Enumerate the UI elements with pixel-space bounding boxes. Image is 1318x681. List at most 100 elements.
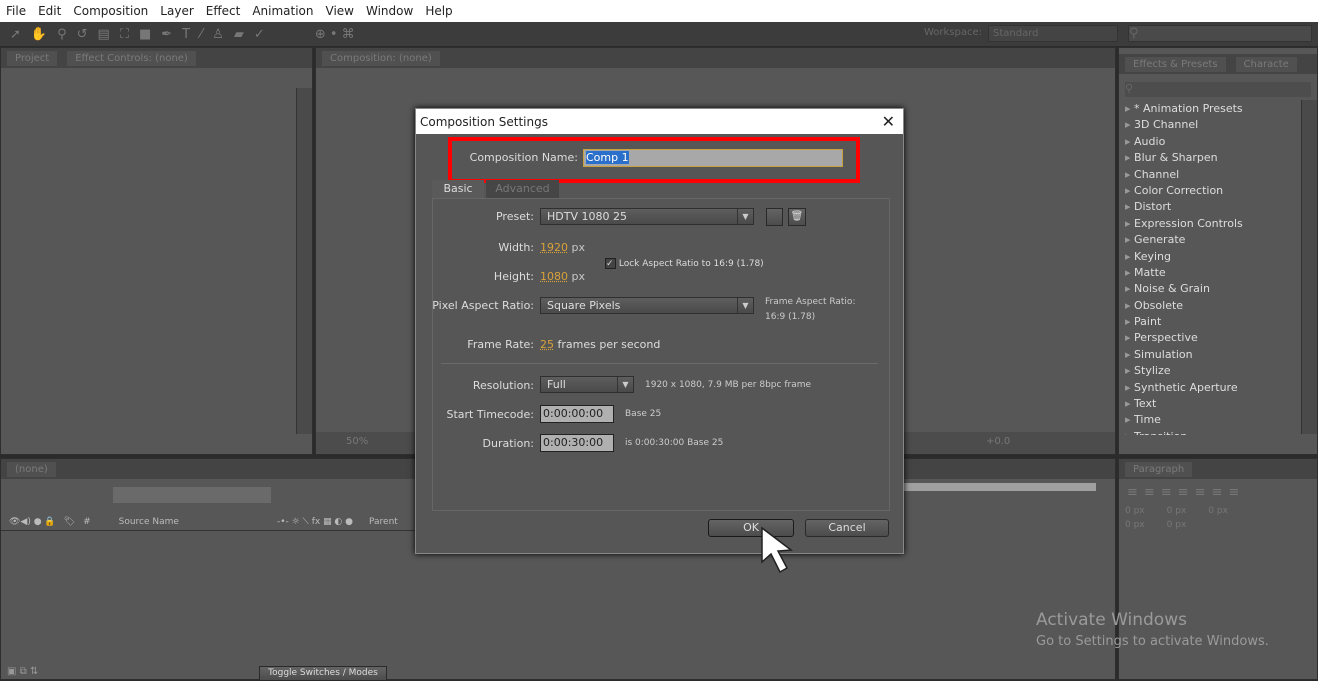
dialog-title: Composition Settings (420, 114, 548, 129)
resolution-select[interactable]: Full ▼ (540, 376, 634, 393)
effect-category-item[interactable]: 3D Channel (1119, 117, 1301, 133)
effect-category-item[interactable]: Simulation (1119, 347, 1301, 363)
effect-category-item[interactable]: Perspective (1119, 330, 1301, 346)
menu-animation[interactable]: Animation (252, 4, 313, 18)
frame-rate-field[interactable]: 25 frames per second (540, 338, 660, 351)
effects-scrollbar[interactable] (1301, 100, 1317, 434)
tab-basic[interactable]: Basic (432, 180, 484, 198)
effect-category-item[interactable]: Blur & Sharpen (1119, 150, 1301, 166)
effect-category-item[interactable]: * Animation Presets (1119, 101, 1301, 117)
rotate-tool-icon[interactable]: ↺ (77, 27, 88, 42)
workspace-select[interactable]: Standard (988, 25, 1118, 42)
roto-brush-tool-icon[interactable]: ✓ (254, 27, 265, 42)
exposure-value[interactable]: +0.0 (986, 436, 1010, 447)
effect-category-item[interactable]: Text (1119, 396, 1301, 412)
effect-category-item[interactable]: Stylize (1119, 363, 1301, 379)
selection-tool-icon[interactable]: ➚ (10, 27, 21, 42)
brush-tool-icon[interactable]: ⁄ (200, 27, 202, 42)
help-search-input[interactable]: ⚲ (1128, 25, 1312, 42)
av-switches-icon: 👁◀) ● 🔒 (9, 516, 56, 527)
height-field[interactable]: 1080 px (540, 270, 585, 283)
text-tool-icon[interactable]: T (182, 27, 190, 42)
pixel-aspect-select[interactable]: Square Pixels ▼ (540, 297, 754, 314)
resolution-value: Full (547, 378, 566, 391)
tab-character[interactable]: Characte (1235, 56, 1297, 72)
scrollbar[interactable] (296, 88, 312, 434)
effect-category-item[interactable]: Generate (1119, 232, 1301, 248)
menu-edit[interactable]: Edit (38, 4, 61, 18)
menu-file[interactable]: File (6, 4, 26, 18)
tab-effects-presets[interactable]: Effects & Presets (1125, 56, 1226, 72)
effect-category-item[interactable]: Audio (1119, 134, 1301, 150)
effect-category-item[interactable]: Time (1119, 412, 1301, 428)
first-line-indent-value[interactable]: 0 px (1208, 506, 1228, 516)
frame-rate-value[interactable]: 25 (540, 338, 554, 351)
effects-search-input[interactable]: ⚲ (1125, 82, 1311, 97)
time-navigator[interactable] (901, 483, 1096, 491)
menu-view[interactable]: View (326, 4, 354, 18)
pen-tool-icon[interactable]: ✒ (161, 27, 172, 42)
effect-category-item[interactable]: Transition (1119, 429, 1301, 435)
source-name-column[interactable]: Source Name (119, 517, 179, 527)
menu-bar: File Edit Composition Layer Effect Anima… (0, 0, 1318, 22)
lock-aspect-checkbox[interactable]: ✓ Lock Aspect Ratio to 16:9 (1.78) (605, 258, 764, 269)
space-before-value[interactable]: 0 px (1125, 520, 1145, 530)
tab-timeline[interactable]: (none) (7, 461, 56, 477)
frame-aspect-label: Frame Aspect Ratio: (765, 297, 856, 307)
pan-behind-tool-icon[interactable]: ⛶ (120, 27, 129, 42)
menu-layer[interactable]: Layer (160, 4, 193, 18)
comp-name-input[interactable]: Comp 1 (583, 149, 843, 167)
cancel-button[interactable]: Cancel (805, 519, 889, 537)
effect-category-item[interactable]: Obsolete (1119, 298, 1301, 314)
width-label: Width: (498, 241, 534, 254)
effect-category-item[interactable]: Expression Controls (1119, 216, 1301, 232)
workspace-label: Workspace: (924, 27, 983, 38)
duration-input[interactable]: 0:00:30:00 (540, 434, 614, 452)
camera-tool-icon[interactable]: ▤ (98, 27, 110, 42)
effects-presets-panel: Effects & Presets Characte ⚲ * Animation… (1118, 47, 1318, 455)
timeline-search-input[interactable] (113, 487, 271, 503)
menu-help[interactable]: Help (425, 4, 452, 18)
tab-paragraph[interactable]: Paragraph (1125, 461, 1193, 477)
tab-effect-controls[interactable]: Effect Controls: (none) (67, 50, 196, 66)
parent-column[interactable]: Parent (369, 517, 398, 527)
effect-category-item[interactable]: Matte (1119, 265, 1301, 281)
rectangle-tool-icon[interactable]: ■ (139, 27, 151, 42)
effect-category-item[interactable]: Noise & Grain (1119, 281, 1301, 297)
eraser-tool-icon[interactable]: ▰ (234, 27, 244, 42)
clone-stamp-tool-icon[interactable]: ♙ (212, 27, 224, 42)
width-value[interactable]: 1920 (540, 241, 568, 254)
tab-composition[interactable]: Composition: (none) (322, 50, 440, 66)
width-unit: px (571, 241, 586, 254)
checkmark-icon: ✓ (605, 258, 616, 269)
effect-category-item[interactable]: Synthetic Aperture (1119, 380, 1301, 396)
effect-category-item[interactable]: Keying (1119, 249, 1301, 265)
effect-category-item[interactable]: Color Correction (1119, 183, 1301, 199)
close-icon[interactable]: ✕ (882, 112, 895, 131)
toggle-switches-modes-button[interactable]: Toggle Switches / Modes (259, 666, 387, 681)
effect-category-item[interactable]: Paint (1119, 314, 1301, 330)
effect-category-item[interactable]: Distort (1119, 199, 1301, 215)
left-indent-value[interactable]: 0 px (1125, 506, 1145, 516)
zoom-tool-icon[interactable]: ⚲ (57, 27, 67, 42)
frame-rate-label: Frame Rate: (467, 338, 534, 351)
tab-project[interactable]: Project (7, 50, 58, 66)
alignment-buttons[interactable]: ≡≡≡≡≡≡≡ (1127, 485, 1309, 500)
save-preset-button[interactable] (766, 208, 783, 226)
effect-category-item[interactable]: Channel (1119, 167, 1301, 183)
hand-tool-icon[interactable]: ✋ (31, 27, 47, 42)
space-after-value[interactable]: 0 px (1167, 520, 1187, 530)
start-timecode-input[interactable]: 0:00:00:00 (540, 405, 614, 423)
menu-window[interactable]: Window (366, 4, 413, 18)
pixel-aspect-value: Square Pixels (547, 299, 621, 312)
width-field[interactable]: 1920 px (540, 241, 585, 254)
zoom-select[interactable]: 50% (346, 436, 368, 447)
menu-composition[interactable]: Composition (73, 4, 148, 18)
right-indent-value[interactable]: 0 px (1167, 506, 1187, 516)
menu-effect[interactable]: Effect (206, 4, 241, 18)
preset-select[interactable]: HDTV 1080 25 ▼ (540, 208, 754, 225)
puppet-tool-icon[interactable]: ⊕ • ⌘ (315, 27, 355, 42)
delete-preset-button[interactable]: 🗑 (788, 208, 806, 226)
height-value[interactable]: 1080 (540, 270, 568, 283)
tab-advanced[interactable]: Advanced (486, 180, 559, 198)
